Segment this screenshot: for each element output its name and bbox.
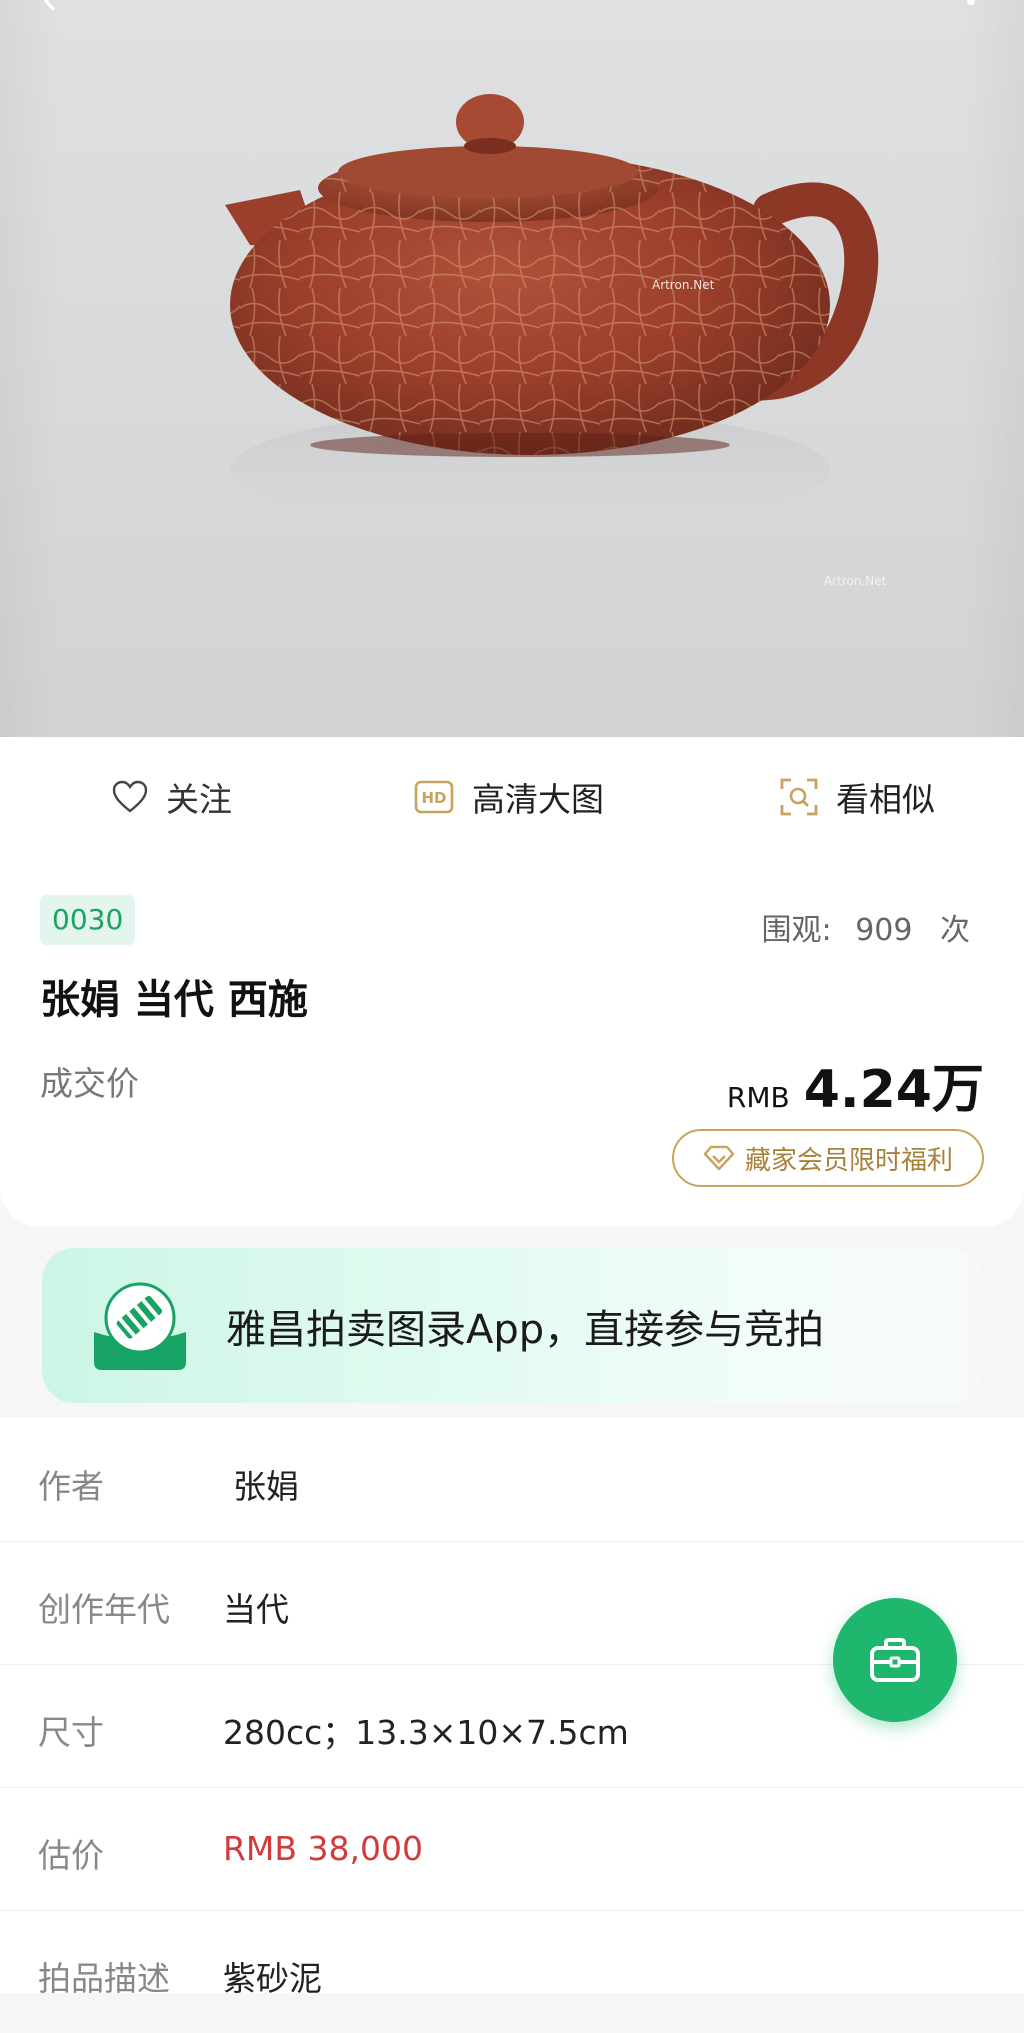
lot-info-card: 0030 围观: 909 次 张娟 当代 西施 成交价 RMB 4.24万 藏家… [0,857,1024,1227]
action-bar: 关注 HD 高清大图 看相似 [0,737,1024,858]
follow-button[interactable]: 关注 [112,737,232,857]
member-benefit-button[interactable]: 藏家会员限时福利 [672,1129,984,1187]
diamond-icon [703,1145,735,1171]
find-similar-button[interactable]: 看相似 [780,737,935,857]
price-currency: RMB [726,1081,790,1114]
lot-number-badge: 0030 [40,895,136,945]
detail-key: 创作年代 [38,1590,170,1629]
detail-row-description: 拍品描述 紫砂泥 [0,1910,1024,2033]
view-count-value: 909 [855,913,913,948]
watermark: Artron.Net [824,574,887,588]
detail-row-author: 作者 张娟 [0,1418,1024,1542]
detail-value: 当代 [223,1590,289,1629]
follow-label: 关注 [166,780,232,819]
app-promo-banner[interactable]: 雅昌拍卖图录App，直接参与竞拍 [42,1248,982,1403]
hd-image-button[interactable]: HD 高清大图 [414,737,604,857]
price-label: 成交价 [40,1064,139,1103]
detail-row-estimate: 估价 RMB 38,000 [0,1787,1024,1911]
lot-title: 张娟 当代 西施 [40,977,308,1023]
member-benefit-label: 藏家会员限时福利 [744,1145,953,1176]
view-count: 围观: 909 次 [762,905,970,949]
similar-label: 看相似 [836,780,935,819]
floating-toolbox-button[interactable] [833,1598,957,1722]
detail-key: 尺寸 [38,1713,104,1752]
heart-outline-icon [112,780,148,813]
view-count-label: 围观: [761,913,832,948]
price-amount: 4.24万 [803,1060,984,1120]
artron-gavel-logo [94,1282,186,1370]
svg-text:HD: HD [421,789,446,807]
hd-icon: HD [414,780,454,814]
view-count-unit: 次 [940,913,970,948]
scan-search-icon [780,778,818,816]
hammer-price: RMB 4.24万 [727,1047,984,1122]
briefcase-icon [870,1638,920,1682]
detail-key: 作者 [38,1467,104,1506]
product-image[interactable]: Artron.Net Artron.Net [0,0,1024,737]
detail-value: 280cc；13.3×10×7.5cm [223,1713,629,1752]
detail-value: RMB 38,000 [223,1829,423,1868]
teapot-illustration [225,94,879,530]
detail-value[interactable]: 张娟 [233,1460,299,1508]
hd-label: 高清大图 [472,780,604,819]
banner-text: 雅昌拍卖图录App，直接参与竞拍 [226,1306,825,1353]
detail-key: 估价 [38,1836,104,1875]
watermark: Artron.Net [652,278,715,292]
